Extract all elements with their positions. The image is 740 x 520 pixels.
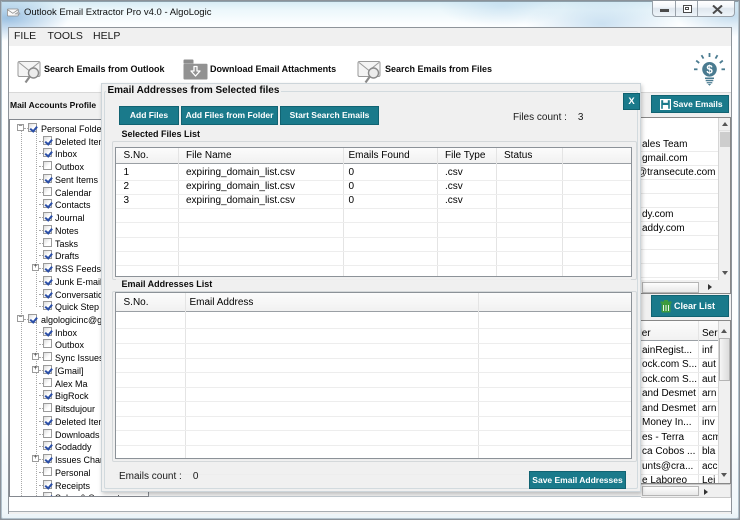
svg-text:$: $: [706, 65, 713, 77]
